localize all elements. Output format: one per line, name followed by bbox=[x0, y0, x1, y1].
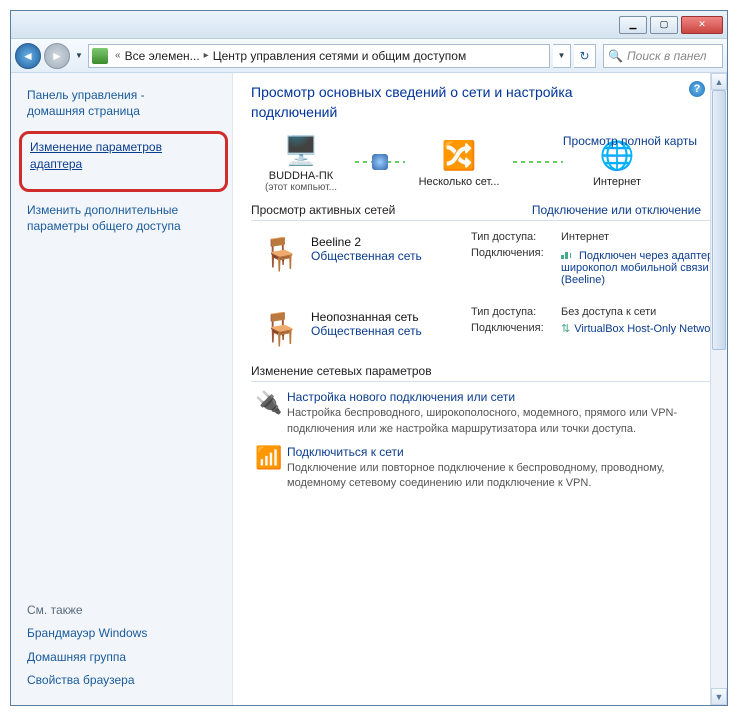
close-button[interactable]: ✕ bbox=[681, 16, 723, 34]
scroll-down-button[interactable]: ▼ bbox=[711, 688, 727, 705]
sidebar-link-sharing-settings[interactable]: Изменить дополнительные параметры общего… bbox=[27, 202, 220, 234]
connections-label: Подключения: bbox=[471, 247, 561, 286]
bench-icon: 🪑 bbox=[251, 306, 311, 348]
control-panel-home-link[interactable]: Панель управления - домашняя страница bbox=[27, 87, 220, 119]
connections-label: Подключения: bbox=[471, 322, 561, 335]
task2-link[interactable]: Подключиться к сети bbox=[287, 445, 699, 459]
sidebar-link-adapter-settings[interactable]: Изменение параметров адаптера bbox=[30, 139, 217, 171]
active-networks-title: Просмотр активных сетей Подключение или … bbox=[251, 203, 721, 221]
scrollbar-track: ▲ ▼ bbox=[710, 73, 727, 705]
ethernet-icon: ⇅ bbox=[561, 323, 570, 335]
control-panel-icon bbox=[92, 48, 108, 64]
signal-icon bbox=[561, 247, 575, 259]
task1-link[interactable]: Настройка нового подключения или сети bbox=[287, 390, 699, 404]
content-pane: ? Просмотр основных сведений о сети и на… bbox=[233, 73, 727, 705]
nav-back-button[interactable]: ◄ bbox=[15, 43, 41, 69]
address-bar: ◄ ► ▼ « Все элемен... ▸ Центр управления… bbox=[11, 39, 727, 73]
nav-history-dropdown[interactable]: ▼ bbox=[73, 45, 85, 67]
chevron-right-icon: ▸ bbox=[200, 50, 213, 61]
see-also-homegroup[interactable]: Домашняя группа bbox=[27, 649, 220, 665]
task-new-connection: 🔌 Настройка нового подключения или сети … bbox=[251, 390, 721, 437]
window-frame: ▁ ▢ ✕ ◄ ► ▼ « Все элемен... ▸ Центр упра… bbox=[10, 10, 728, 706]
new-connection-icon: 🔌 bbox=[251, 390, 287, 437]
network-block-2: 🪑 Неопознанная сеть Общественная сеть Ти… bbox=[251, 306, 721, 348]
scroll-up-button[interactable]: ▲ bbox=[711, 73, 727, 90]
net1-access: Интернет bbox=[561, 231, 721, 243]
refresh-button[interactable]: ↻ bbox=[574, 44, 596, 68]
help-icon[interactable]: ? bbox=[689, 81, 705, 97]
annotation-highlight: Изменение параметров адаптера bbox=[19, 131, 228, 191]
breadcrumb-dropdown[interactable]: ▼ bbox=[553, 44, 571, 68]
net2-connection-link[interactable]: VirtualBox Host-Only Network bbox=[574, 323, 719, 335]
full-map-link[interactable]: Просмотр полной карты bbox=[563, 134, 697, 148]
maximize-button[interactable]: ▢ bbox=[650, 16, 678, 34]
network-map: Просмотр полной карты 🖥️ BUDDHA-ПК (этот… bbox=[251, 130, 721, 193]
network-block-1: 🪑 Beeline 2 Общественная сеть Тип доступ… bbox=[251, 231, 721, 290]
net1-type-link[interactable]: Общественная сеть bbox=[311, 249, 471, 263]
map-node-networks[interactable]: 🔀 Несколько сет... bbox=[409, 136, 509, 188]
computer-icon: 🖥️ bbox=[281, 130, 321, 170]
search-placeholder: Поиск в панел bbox=[627, 49, 707, 63]
net2-access: Без доступа к сети bbox=[561, 306, 721, 318]
see-also-firewall[interactable]: Брандмауэр Windows bbox=[27, 625, 220, 641]
search-icon: 🔍 bbox=[608, 49, 623, 63]
task2-desc: Подключение или повторное подключение к … bbox=[287, 461, 699, 492]
net1-connection-link[interactable]: Подключен через адаптер широкопол мобиль… bbox=[561, 250, 718, 286]
nav-forward-button[interactable]: ► bbox=[44, 43, 70, 69]
search-input[interactable]: 🔍 Поиск в панел bbox=[603, 44, 723, 68]
net2-name: Неопознанная сеть bbox=[311, 310, 471, 324]
titlebar: ▁ ▢ ✕ bbox=[11, 11, 727, 39]
net2-type-link[interactable]: Общественная сеть bbox=[311, 324, 471, 338]
window-body: Панель управления - домашняя страница Из… bbox=[11, 73, 727, 705]
map-connection2 bbox=[513, 161, 563, 163]
connect-network-icon: 📶 bbox=[251, 445, 287, 492]
task-connect-network: 📶 Подключиться к сети Подключение или по… bbox=[251, 445, 721, 492]
connect-disconnect-link[interactable]: Подключение или отключение bbox=[532, 203, 701, 217]
see-also-section: См. также Брандмауэр Windows Домашняя гр… bbox=[27, 603, 220, 695]
access-type-label: Тип доступа: bbox=[471, 306, 561, 318]
chevron-left-icon: « bbox=[111, 50, 125, 61]
breadcrumb-level2[interactable]: Центр управления сетями и общим доступом bbox=[213, 49, 467, 63]
page-title: Просмотр основных сведений о сети и наст… bbox=[251, 83, 651, 122]
scrollbar-thumb[interactable] bbox=[712, 90, 726, 350]
task1-desc: Настройка беспроводного, широкополосного… bbox=[287, 406, 699, 437]
see-also-internet-options[interactable]: Свойства браузера bbox=[27, 672, 220, 688]
change-settings-title: Изменение сетевых параметров bbox=[251, 364, 721, 382]
minimize-button[interactable]: ▁ bbox=[619, 16, 647, 34]
net1-name: Beeline 2 bbox=[311, 235, 471, 249]
see-also-title: См. также bbox=[27, 603, 220, 617]
bench-icon: 🪑 bbox=[251, 231, 311, 290]
breadcrumb-level1[interactable]: Все элемен... bbox=[125, 49, 200, 63]
map-node-computer[interactable]: 🖥️ BUDDHA-ПК (этот компьют... bbox=[251, 130, 351, 193]
breadcrumb-bar[interactable]: « Все элемен... ▸ Центр управления сетям… bbox=[88, 44, 550, 68]
access-type-label: Тип доступа: bbox=[471, 231, 561, 243]
sidebar: Панель управления - домашняя страница Из… bbox=[11, 73, 233, 705]
multiple-networks-icon: 🔀 bbox=[439, 136, 479, 176]
map-connection1 bbox=[355, 161, 405, 163]
